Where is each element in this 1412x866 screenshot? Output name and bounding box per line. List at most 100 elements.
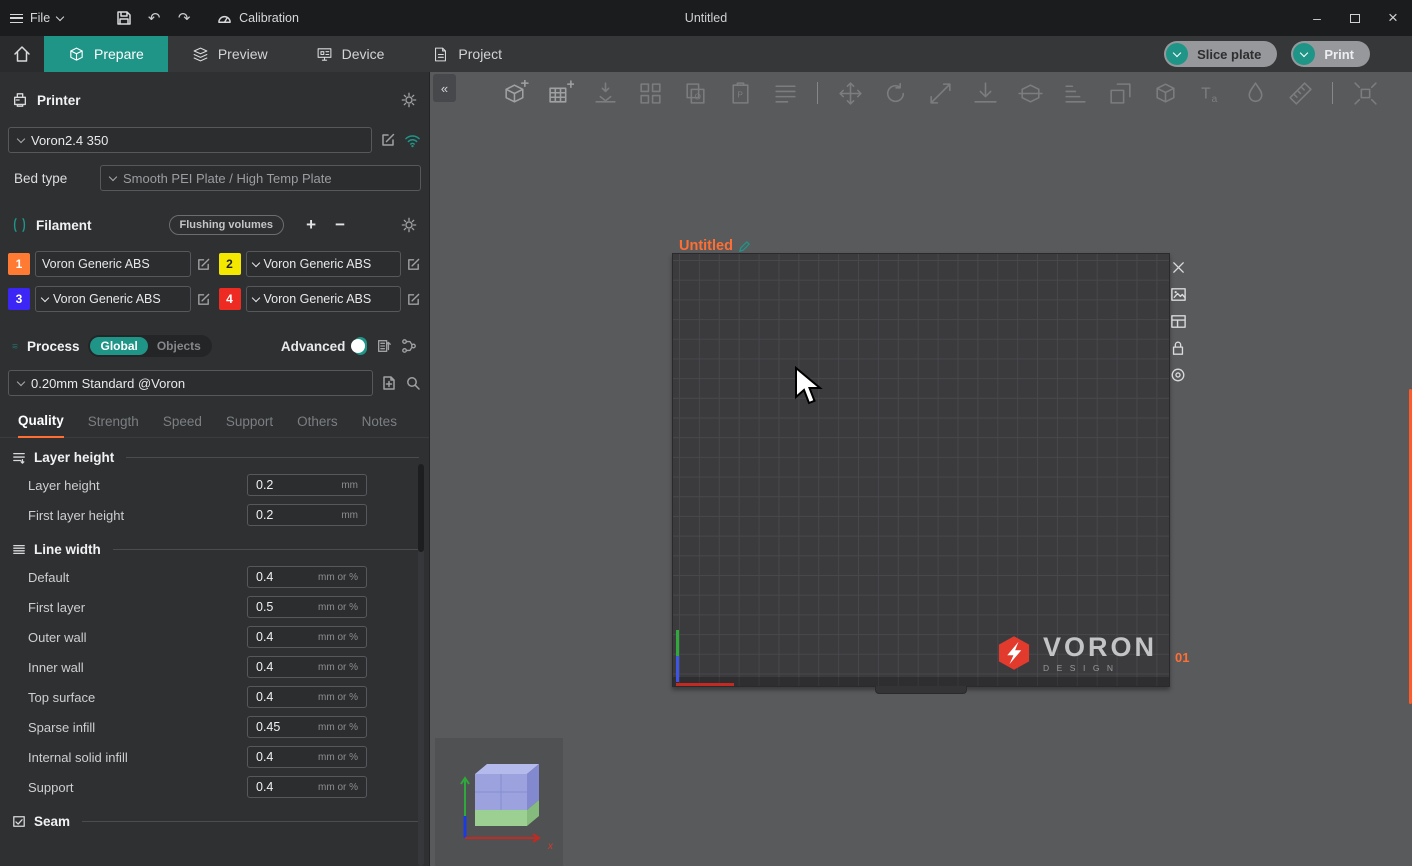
filament-select-2[interactable]: Voron Generic ABS: [246, 251, 402, 277]
layers-panel-button[interactable]: [768, 76, 802, 110]
sidebar-scrollbar-thumb[interactable]: [418, 464, 424, 552]
save-preset-button[interactable]: [381, 375, 397, 391]
first-layer-height-label: First layer height: [28, 508, 247, 523]
paint-tool-button[interactable]: [1238, 76, 1272, 110]
plate-image-button[interactable]: [1168, 284, 1188, 304]
view-all-options-button[interactable]: [401, 338, 417, 354]
filament-select-1[interactable]: Voron Generic ABS: [35, 251, 191, 277]
layer-height-input[interactable]: 0.2mm: [247, 474, 367, 496]
x-axis-indicator: [676, 683, 734, 686]
process-preset-select[interactable]: 0.20mm Standard @Voron: [8, 370, 373, 396]
plate-name[interactable]: Untitled: [679, 238, 751, 254]
copy-button[interactable]: O: [678, 76, 712, 110]
remove-filament-button[interactable]: −: [330, 215, 350, 235]
rotate-tool-button[interactable]: [878, 76, 912, 110]
assembly-button[interactable]: [1148, 76, 1182, 110]
support-line-width-input[interactable]: 0.4mm or %: [247, 776, 367, 798]
scope-objects-button[interactable]: Objects: [148, 337, 210, 355]
scope-global-button[interactable]: Global: [90, 337, 147, 355]
slice-options-dropdown[interactable]: [1166, 43, 1188, 65]
bed-type-select[interactable]: Smooth PEI Plate / High Temp Plate: [100, 165, 421, 191]
tab-others[interactable]: Others: [297, 414, 338, 437]
cut-tool-button[interactable]: [1013, 76, 1047, 110]
edit-printer-button[interactable]: [380, 132, 396, 148]
default-line-width-input[interactable]: 0.4mm or %: [247, 566, 367, 588]
variable-layer-height-button[interactable]: [1058, 76, 1092, 110]
tab-speed[interactable]: Speed: [163, 414, 202, 437]
delete-plate-button[interactable]: [1168, 257, 1188, 277]
print-button[interactable]: Print: [1291, 41, 1370, 67]
filament-slot-3: 3 Voron Generic ABS: [8, 286, 211, 312]
close-button[interactable]: ×: [1374, 0, 1412, 36]
filament-color-4[interactable]: 4: [219, 288, 241, 310]
edit-filament-2-button[interactable]: [406, 257, 421, 272]
add-model-button[interactable]: [498, 76, 532, 110]
filament-select-4[interactable]: Voron Generic ABS: [246, 286, 402, 312]
search-settings-button[interactable]: [405, 375, 421, 391]
save-button[interactable]: [109, 4, 139, 32]
plate-layout-button[interactable]: [1168, 311, 1188, 331]
redo-button[interactable]: ↷: [169, 4, 199, 32]
print-options-dropdown[interactable]: [1293, 43, 1315, 65]
tab-quality[interactable]: Quality: [18, 413, 64, 438]
minimize-button[interactable]: –: [1298, 0, 1336, 36]
filament-settings-button[interactable]: [401, 217, 417, 233]
auto-orient-button[interactable]: [588, 76, 622, 110]
text-tool-button[interactable]: Ta: [1193, 76, 1227, 110]
file-menu[interactable]: File: [0, 0, 73, 36]
exploded-view-button[interactable]: [1348, 76, 1382, 110]
voron-logo-text: VORON: [1043, 634, 1157, 661]
arrange-button[interactable]: [633, 76, 667, 110]
plate-settings-button[interactable]: [1168, 365, 1188, 385]
top-surface-line-width-input[interactable]: 0.4mm or %: [247, 686, 367, 708]
build-plate[interactable]: VORON DESIGN: [672, 253, 1170, 687]
slice-plate-button[interactable]: Slice plate: [1164, 41, 1277, 67]
tab-strength[interactable]: Strength: [88, 414, 139, 437]
flushing-volumes-button[interactable]: Flushing volumes: [169, 215, 285, 235]
inner-wall-line-width-input[interactable]: 0.4mm or %: [247, 656, 367, 678]
printer-connection-button[interactable]: [404, 133, 421, 148]
edit-filament-1-button[interactable]: [196, 257, 211, 272]
bed-type-label: Bed type: [8, 171, 92, 186]
compare-presets-button[interactable]: [376, 338, 392, 354]
outer-wall-line-width-input[interactable]: 0.4mm or %: [247, 626, 367, 648]
tab-preview[interactable]: Preview: [168, 36, 292, 72]
tab-prepare[interactable]: Prepare: [44, 36, 168, 72]
add-filament-button[interactable]: +: [301, 215, 321, 235]
printer-settings-button[interactable]: [401, 92, 417, 108]
tab-support[interactable]: Support: [226, 414, 273, 437]
paste-button[interactable]: P: [723, 76, 757, 110]
filament-color-2[interactable]: 2: [219, 253, 241, 275]
maximize-button[interactable]: [1336, 0, 1374, 36]
save-preset-icon: [381, 375, 397, 391]
lock-plate-button[interactable]: [1168, 338, 1188, 358]
first-layer-line-width-input[interactable]: 0.5mm or %: [247, 596, 367, 618]
edit-plate-name-icon[interactable]: [738, 240, 751, 253]
layer-height-group-header: Layer height: [0, 444, 429, 470]
object-thumbnail[interactable]: x: [435, 738, 563, 866]
first-layer-height-input[interactable]: 0.2mm: [247, 504, 367, 526]
move-tool-button[interactable]: [833, 76, 867, 110]
flatten-tool-button[interactable]: [968, 76, 1002, 110]
printer-select[interactable]: Voron2.4 350: [8, 127, 372, 153]
tab-project[interactable]: Project: [408, 36, 526, 72]
edit-filament-3-button[interactable]: [196, 292, 211, 307]
edit-filament-4-button[interactable]: [406, 292, 421, 307]
scale-tool-button[interactable]: [923, 76, 957, 110]
filament-color-3[interactable]: 3: [8, 288, 30, 310]
process-icon: [12, 339, 18, 353]
measure-tool-button[interactable]: [1283, 76, 1317, 110]
collapse-sidebar-button[interactable]: «: [433, 74, 456, 102]
undo-button[interactable]: ↶: [139, 4, 169, 32]
sparse-infill-line-width-input[interactable]: 0.45mm or %: [247, 716, 367, 738]
filament-color-1[interactable]: 1: [8, 253, 30, 275]
internal-solid-infill-line-width-input[interactable]: 0.4mm or %: [247, 746, 367, 768]
filament-select-3[interactable]: Voron Generic ABS: [35, 286, 191, 312]
calibration-menu[interactable]: Calibration: [207, 0, 309, 36]
clone-button[interactable]: [1103, 76, 1137, 110]
tab-notes[interactable]: Notes: [362, 414, 397, 437]
advanced-toggle[interactable]: [354, 337, 367, 355]
tab-device[interactable]: Device: [292, 36, 409, 72]
add-plate-button[interactable]: [543, 76, 577, 110]
home-button[interactable]: [0, 36, 44, 72]
